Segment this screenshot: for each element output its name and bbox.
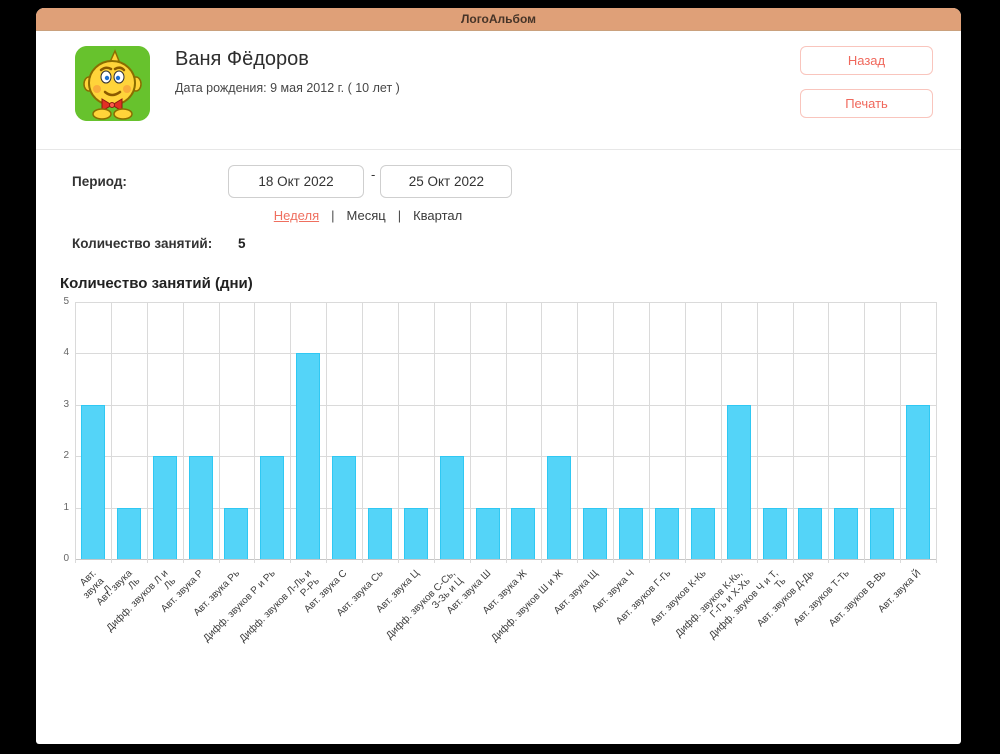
tab-quarter[interactable]: Квартал bbox=[413, 208, 462, 223]
sessions-count: 5 bbox=[238, 236, 246, 251]
y-axis-tick-label: 1 bbox=[63, 503, 69, 513]
gridline-vertical bbox=[254, 302, 255, 563]
desktop-background: ЛогоАльбом bbox=[0, 0, 1000, 754]
chart-bar bbox=[224, 508, 248, 559]
chart-bar bbox=[906, 405, 930, 559]
chart-bar bbox=[870, 508, 894, 559]
app-window: ЛогоАльбом bbox=[36, 8, 961, 744]
profile-info: Ваня Фёдоров Дата рождения: 9 мая 2012 г… bbox=[175, 46, 800, 95]
chart-bar bbox=[260, 456, 284, 559]
gridline-vertical bbox=[326, 302, 327, 563]
gridline-vertical bbox=[828, 302, 829, 563]
gridline-vertical bbox=[506, 302, 507, 563]
gridline-vertical bbox=[183, 302, 184, 563]
y-axis-tick-label: 2 bbox=[63, 451, 69, 461]
y-axis-tick-label: 4 bbox=[63, 348, 69, 358]
chart-bar bbox=[296, 353, 320, 559]
gridline-vertical bbox=[362, 302, 363, 563]
chart-bar bbox=[763, 508, 787, 559]
profile-header: Ваня Фёдоров Дата рождения: 9 мая 2012 г… bbox=[36, 31, 961, 121]
tab-month[interactable]: Месяц bbox=[347, 208, 386, 223]
chart-plot: 012345Авт. звука ЛАвт. звука ЛьДифф. зву… bbox=[75, 302, 936, 559]
y-axis-tick-label: 5 bbox=[63, 297, 69, 307]
chart-bar bbox=[511, 508, 535, 559]
gridline-vertical bbox=[147, 302, 148, 563]
window-titlebar[interactable]: ЛогоАльбом bbox=[36, 8, 961, 31]
chart-bar bbox=[727, 405, 751, 559]
header-divider bbox=[36, 149, 961, 150]
gridline-vertical bbox=[793, 302, 794, 563]
gridline-vertical bbox=[649, 302, 650, 563]
chart-bar bbox=[368, 508, 392, 559]
chart-bar bbox=[583, 508, 607, 559]
action-buttons: Назад Печать bbox=[800, 46, 933, 118]
window-title: ЛогоАльбом bbox=[461, 12, 536, 26]
gridline-vertical bbox=[721, 302, 722, 563]
chart-bar bbox=[440, 456, 464, 559]
gridline-vertical bbox=[685, 302, 686, 563]
birth-date: Дата рождения: 9 мая 2012 г. ( 10 лет ) bbox=[175, 81, 800, 95]
date-range-dash: - bbox=[371, 167, 375, 182]
chart-bar bbox=[81, 405, 105, 559]
avatar bbox=[75, 46, 150, 121]
chart-bar bbox=[834, 508, 858, 559]
gridline-vertical bbox=[434, 302, 435, 563]
gridline-vertical bbox=[290, 302, 291, 563]
chart-title: Количество занятий (дни) bbox=[60, 275, 961, 292]
gridline-vertical bbox=[111, 302, 112, 563]
sessions-row: Количество занятий: 5 bbox=[36, 236, 961, 251]
gridline-vertical bbox=[470, 302, 471, 563]
tab-week[interactable]: Неделя bbox=[274, 208, 319, 223]
gridline-vertical bbox=[577, 302, 578, 563]
gridline-vertical bbox=[864, 302, 865, 563]
period-tabs: Неделя | Месяц | Квартал bbox=[228, 208, 508, 223]
period-label: Период: bbox=[72, 174, 228, 189]
chart-bar bbox=[798, 508, 822, 559]
chart-bar bbox=[117, 508, 141, 559]
chart-bar bbox=[476, 508, 500, 559]
chart-bar bbox=[404, 508, 428, 559]
y-axis-tick-label: 3 bbox=[63, 400, 69, 410]
chart-bar bbox=[619, 508, 643, 559]
period-row: Период: 18 Окт 2022 - 25 Окт 2022 bbox=[36, 165, 961, 198]
chart-bar bbox=[691, 508, 715, 559]
chart-bar bbox=[189, 456, 213, 559]
chart-bar bbox=[332, 456, 356, 559]
gridline-vertical bbox=[541, 302, 542, 563]
gridline-vertical bbox=[398, 302, 399, 563]
smiley-avatar-image bbox=[75, 46, 150, 121]
chart-bar bbox=[655, 508, 679, 559]
date-to-input[interactable]: 25 Окт 2022 bbox=[380, 165, 512, 198]
y-axis-tick-label: 0 bbox=[63, 554, 69, 564]
date-from-input[interactable]: 18 Окт 2022 bbox=[228, 165, 364, 198]
tab-separator: | bbox=[398, 208, 401, 223]
chart-bar bbox=[547, 456, 571, 559]
chart-bar bbox=[153, 456, 177, 559]
gridline-vertical bbox=[613, 302, 614, 563]
gridline-vertical bbox=[900, 302, 901, 563]
back-button[interactable]: Назад bbox=[800, 46, 933, 75]
gridline-vertical bbox=[936, 302, 937, 563]
gridline-vertical bbox=[219, 302, 220, 563]
gridline-vertical bbox=[757, 302, 758, 563]
print-button[interactable]: Печать bbox=[800, 89, 933, 118]
child-name: Ваня Фёдоров bbox=[175, 48, 800, 71]
gridline-vertical bbox=[75, 302, 76, 563]
tab-separator: | bbox=[331, 208, 334, 223]
sessions-label: Количество занятий: bbox=[72, 236, 212, 251]
